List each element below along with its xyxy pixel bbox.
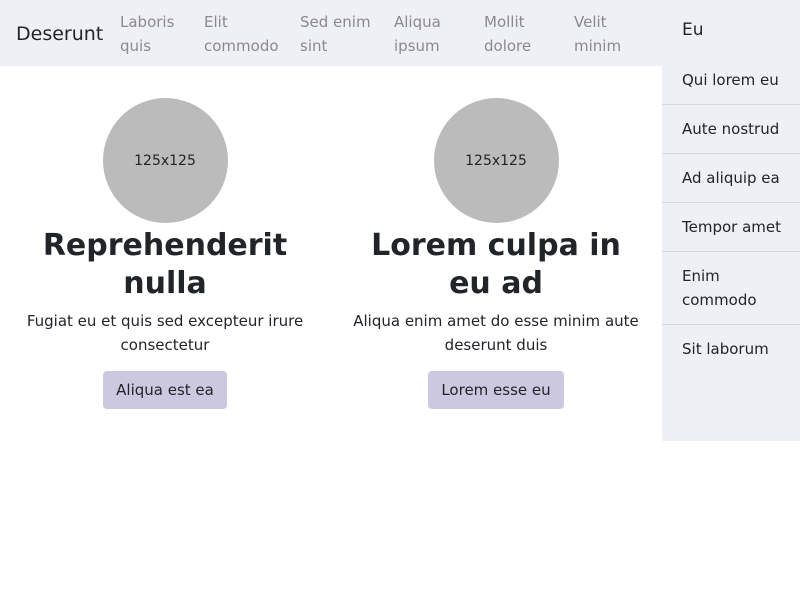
card-title: Lorem culpa in eu ad xyxy=(371,228,621,301)
nav-link-velit-minim[interactable]: Velit minim xyxy=(574,10,638,58)
sidebar-item-qui-lorem-eu[interactable]: Qui lorem eu xyxy=(662,56,800,105)
nav-link-elit-commodo[interactable]: Elit commodo xyxy=(204,10,286,58)
card: 125x125 Reprehenderit nulla Fugiat eu et… xyxy=(15,98,315,409)
card-text: Aliqua enim amet do esse minim aute dese… xyxy=(353,312,639,354)
card-button-lorem-esse-eu[interactable]: Lorem esse eu xyxy=(428,371,564,409)
avatar-placeholder-label: 125x125 xyxy=(134,152,196,169)
card-button-aliqua-est-ea[interactable]: Aliqua est ea xyxy=(103,371,227,409)
nav-link-mollit-dolore[interactable]: Mollit dolore xyxy=(484,10,548,58)
sidebar: Eu Qui lorem eu Aute nostrud Ad aliquip … xyxy=(662,0,800,441)
navbar-brand[interactable]: Deserunt xyxy=(16,22,103,46)
nav-link-aliqua-ipsum[interactable]: Aliqua ipsum xyxy=(394,10,458,58)
sidebar-item-enim-commodo[interactable]: Enim commodo xyxy=(662,252,800,325)
sidebar-item-sit-laborum[interactable]: Sit laborum xyxy=(662,325,800,373)
avatar-placeholder: 125x125 xyxy=(102,98,228,223)
sidebar-item-aute-nostrud[interactable]: Aute nostrud xyxy=(662,105,800,154)
sidebar-item-ad-aliquip-ea[interactable]: Ad aliquip ea xyxy=(662,154,800,203)
avatar-placeholder-label: 125x125 xyxy=(465,152,527,169)
card: 125x125 Lorem culpa in eu ad Aliqua enim… xyxy=(346,98,646,409)
avatar-placeholder: 125x125 xyxy=(433,98,559,223)
sidebar-item-tempor-amet[interactable]: Tempor amet xyxy=(662,203,800,252)
nav-link-sed-enim-sint[interactable]: Sed enim sint xyxy=(300,10,380,58)
nav-link-laboris-quis[interactable]: Laboris quis xyxy=(120,10,184,58)
sidebar-list: Qui lorem eu Aute nostrud Ad aliquip ea … xyxy=(662,56,800,373)
card-title: Reprehenderit nulla xyxy=(42,228,288,301)
sidebar-title: Eu xyxy=(682,20,704,40)
card-text: Fugiat eu et quis sed excepteur irure co… xyxy=(26,312,304,354)
